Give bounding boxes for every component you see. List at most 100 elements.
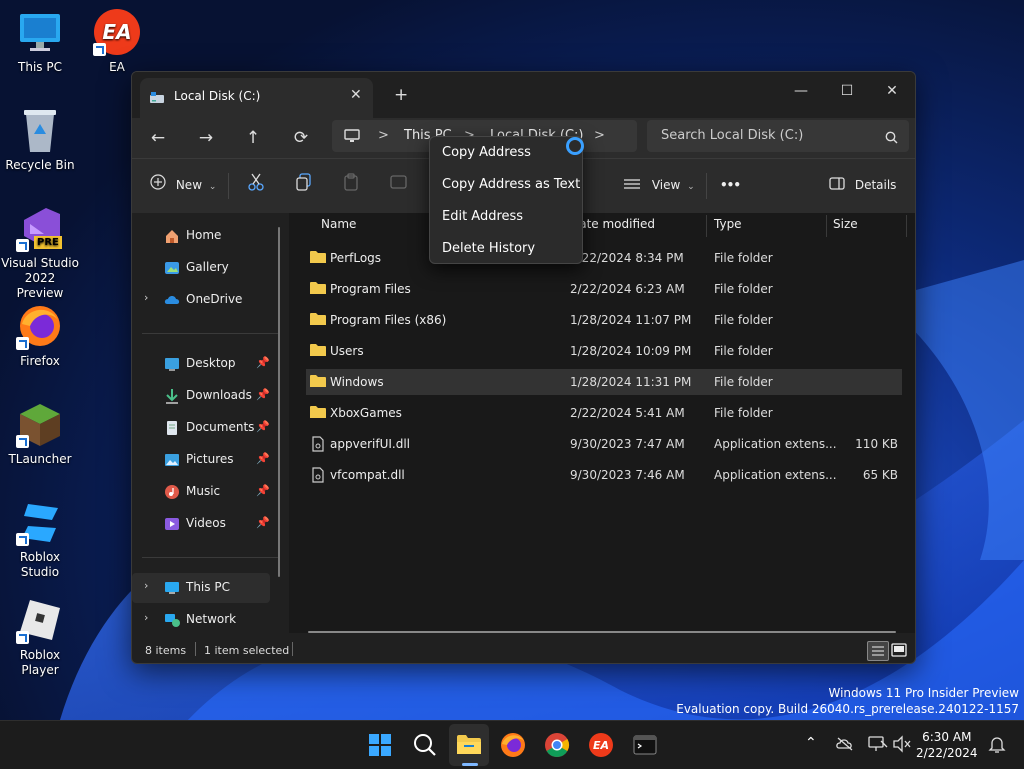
maximize-button[interactable]: ☐ (824, 76, 870, 106)
table-row[interactable]: Program Files (x86) 1/28/2024 11:07 PM F… (306, 307, 902, 333)
file-name: XboxGames (330, 406, 402, 420)
speaker-muted-icon[interactable] (892, 735, 912, 757)
menu-item-copy-address[interactable]: Copy Address (442, 145, 531, 160)
system-clock[interactable]: 6:30 AM 2/22/2024 (916, 729, 978, 761)
music-icon (164, 484, 180, 500)
cut-icon[interactable] (248, 173, 264, 197)
chevron-right-icon[interactable]: › (144, 579, 148, 592)
onedrive-offline-icon[interactable] (836, 736, 854, 756)
table-row[interactable]: XboxGames 2/22/2024 5:41 AM File folder (306, 400, 902, 426)
nav-item-desktop[interactable]: Desktop 📌 (132, 349, 270, 379)
desktop-icon-roblox-studio[interactable]: Roblox Studio (0, 498, 80, 580)
start-button[interactable] (366, 731, 394, 759)
nav-item-this-pc[interactable]: › This PC (132, 573, 270, 603)
desktop-icon-roblox-player[interactable]: Roblox Player (0, 596, 80, 678)
desktop-icon-ea[interactable]: EA EA (77, 8, 157, 75)
details-view-icon[interactable] (867, 641, 889, 661)
desktop-icon-visual-studio[interactable]: PRE Visual Studio 2022 Preview (0, 204, 80, 301)
picture-icon (164, 452, 180, 468)
desktop-icon-firefox[interactable]: Firefox (0, 302, 80, 369)
nav-label: Desktop (186, 356, 236, 370)
tiles-view-icon[interactable] (890, 642, 908, 658)
terminal-taskbar-icon[interactable] (631, 731, 659, 759)
network-monitor-icon[interactable] (868, 735, 888, 757)
table-row[interactable]: vfcompat.dll 9/30/2023 7:46 AM Applicati… (306, 462, 902, 488)
desktop-icon-recycle-bin[interactable]: Recycle Bin (0, 106, 80, 173)
desktop-icon-tlauncher[interactable]: TLauncher (0, 400, 80, 467)
list-view-icon (624, 174, 640, 198)
nav-item-onedrive[interactable]: › OneDrive (132, 285, 270, 315)
nav-item-downloads[interactable]: Downloads 📌 (132, 381, 270, 411)
column-divider[interactable] (906, 215, 907, 237)
menu-item-copy-address-as-text[interactable]: Copy Address as Text (442, 177, 580, 192)
paste-icon[interactable] (343, 173, 359, 197)
copy-icon[interactable] (296, 173, 312, 197)
download-icon (164, 388, 180, 404)
menu-item-edit-address[interactable]: Edit Address (442, 209, 523, 224)
more-options-button[interactable]: ••• (720, 173, 741, 197)
nav-item-music[interactable]: Music 📌 (132, 477, 270, 507)
chrome-taskbar-icon[interactable] (543, 731, 571, 759)
nav-pane-scrollbar[interactable] (278, 227, 280, 577)
nav-item-home[interactable]: Home (132, 221, 270, 251)
search-icon (885, 129, 898, 148)
nav-item-documents[interactable]: Documents 📌 (132, 413, 270, 443)
file-type: File folder (714, 282, 773, 296)
ea-taskbar-icon[interactable]: EA (587, 731, 615, 759)
refresh-button[interactable]: ⟳ (289, 126, 313, 150)
navigation-pane: Home Gallery › OneDrive Desktop 📌 Downlo… (132, 213, 289, 633)
table-row[interactable]: PerfLogs 2/22/2024 8:34 PM File folder (306, 245, 902, 271)
search-icon[interactable] (411, 731, 439, 759)
close-button[interactable]: ✕ (869, 76, 915, 106)
preview-badge: PRE (34, 236, 62, 249)
horizontal-scrollbar[interactable] (308, 631, 896, 633)
column-header-name[interactable]: Name (321, 217, 356, 231)
table-row-selected[interactable]: Windows 1/28/2024 11:31 PM File folder (306, 369, 902, 395)
nav-item-network[interactable]: › Network (132, 605, 270, 635)
back-button[interactable]: ← (146, 126, 170, 150)
desktop-icon-this-pc[interactable]: This PC (0, 8, 80, 75)
nav-item-gallery[interactable]: Gallery (132, 253, 270, 283)
address-context-menu: Copy Address Copy Address as Text Edit A… (429, 136, 583, 264)
column-divider[interactable] (826, 215, 827, 237)
table-row[interactable]: Program Files 2/22/2024 6:23 AM File fol… (306, 276, 902, 302)
view-button[interactable]: View ⌄ (624, 173, 695, 197)
file-date: 9/30/2023 7:47 AM (570, 437, 685, 451)
rename-icon[interactable] (390, 173, 408, 197)
document-icon (164, 420, 180, 436)
pin-icon: 📌 (256, 420, 270, 433)
menu-item-delete-history[interactable]: Delete History (442, 241, 535, 256)
forward-button[interactable]: → (194, 126, 218, 150)
minimize-button[interactable]: — (778, 76, 824, 106)
column-header-size[interactable]: Size (833, 217, 858, 231)
tab-local-disk[interactable]: Local Disk (C:) ✕ (140, 78, 373, 118)
details-pane-button[interactable]: Details (829, 173, 896, 197)
search-box[interactable] (647, 120, 909, 152)
nav-item-videos[interactable]: Videos 📌 (132, 509, 270, 539)
search-input[interactable] (659, 127, 873, 144)
video-icon (164, 516, 180, 532)
file-size: 65 KB (862, 468, 898, 482)
nav-label: Pictures (186, 452, 234, 466)
up-button[interactable]: ↑ (241, 126, 265, 150)
toolbar-divider (228, 173, 229, 199)
notification-bell-icon[interactable] (988, 735, 1006, 757)
table-row[interactable]: Users 1/28/2024 10:09 PM File folder (306, 338, 902, 364)
shortcut-arrow-icon (16, 533, 29, 546)
firefox-taskbar-icon[interactable] (499, 731, 527, 759)
column-divider[interactable] (706, 215, 707, 237)
new-tab-button[interactable]: + (394, 85, 408, 105)
nav-item-pictures[interactable]: Pictures 📌 (132, 445, 270, 475)
file-type: File folder (714, 313, 773, 327)
column-header-type[interactable]: Type (714, 217, 742, 231)
chevron-up-icon[interactable]: ⌃ (805, 735, 817, 751)
table-row[interactable]: appverifUI.dll 9/30/2023 7:47 AM Applica… (306, 431, 902, 457)
file-explorer-taskbar-icon[interactable] (455, 731, 483, 759)
chevron-right-icon[interactable]: › (144, 291, 148, 304)
monitor-icon (16, 8, 64, 56)
new-button[interactable]: New ⌄ (150, 173, 216, 197)
chevron-right-icon[interactable]: › (144, 611, 148, 624)
tab-close-icon[interactable]: ✕ (350, 87, 362, 103)
clock-time: 6:30 AM (922, 730, 972, 744)
shortcut-arrow-icon (16, 239, 29, 252)
